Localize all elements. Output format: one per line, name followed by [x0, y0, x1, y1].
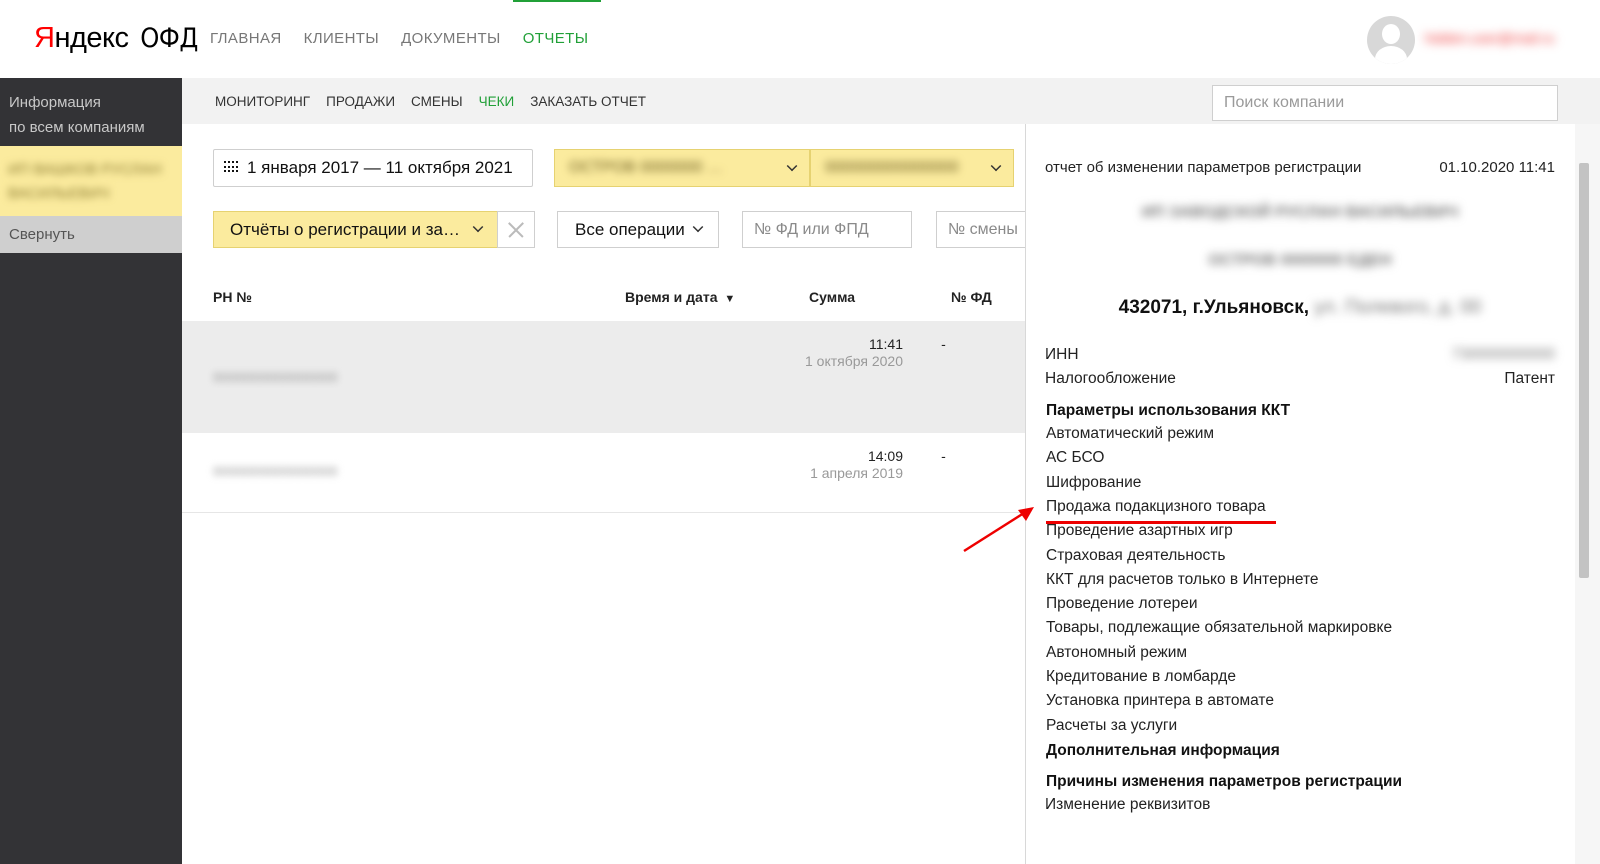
- top-navigation: ГЛАВНАЯ КЛИЕНТЫ ДОКУМЕНТЫ ОТЧЕТЫ: [210, 30, 610, 47]
- row-rn: 0000000000000000: [213, 369, 338, 385]
- company-name-line2: ВАСИЛЬЕВИЧ: [8, 185, 110, 202]
- subnav: МОНИТОРИНГ ПРОДАЖИ СМЕНЫ ЧЕКИ ЗАКАЗАТЬ О…: [215, 94, 662, 109]
- kkt-param-item: Кредитование в ломбарде: [1046, 668, 1236, 685]
- detail-org-name: ИП ЗАВОДСКОЙ РУСЛАН ВАСИЛЬЕВИЧ: [1141, 204, 1459, 221]
- user-avatar-icon[interactable]: [1367, 16, 1415, 64]
- column-datetime[interactable]: Время и дата ▼: [625, 289, 735, 305]
- detail-org-address-line: ОСТРОВ 0000000 ЕДЕН: [1208, 252, 1392, 269]
- top-header: Яндекс ОФД ГЛАВНАЯ КЛИЕНТЫ ДОКУМЕНТЫ ОТЧЕ…: [0, 0, 1600, 78]
- red-arrow-icon: [963, 507, 1034, 553]
- taxation-label: Налогообложение: [1045, 370, 1176, 387]
- table-row[interactable]: 0000000000000000 11:41 1 октября 2020 - …: [182, 321, 1175, 433]
- reasons-heading: Причины изменения параметров регистрации: [1046, 773, 1403, 790]
- all-companies-info[interactable]: Информация по всем компаниям: [9, 90, 145, 140]
- logo-product: ОФД: [139, 23, 198, 54]
- report-type-value: Отчёты о регистрации и за…: [230, 220, 460, 239]
- selected-company-name-blurred: ИП ВАШКОВ РУСЛАН ВАСИЛЬЕВИЧ: [8, 158, 162, 206]
- kkt-param-item: Проведение азартных игр: [1046, 522, 1233, 540]
- nav-home[interactable]: ГЛАВНАЯ: [210, 30, 282, 47]
- logo-brand-rest: ндекс: [54, 22, 129, 54]
- subnav-order-report[interactable]: ЗАКАЗАТЬ ОТЧЕТ: [530, 94, 646, 109]
- report-type-select[interactable]: Отчёты о регистрации и за…: [213, 211, 497, 248]
- company-search-input[interactable]: [1212, 85, 1558, 121]
- clear-report-type-button[interactable]: [497, 211, 535, 248]
- row-rn: 0000000000000000: [213, 463, 338, 479]
- date-range-picker[interactable]: 1 января 2017 — 11 октября 2021: [213, 149, 533, 187]
- detail-address-city: 432071, г.Ульяновск,: [1118, 297, 1309, 318]
- all-companies-info-line1: Информация: [9, 94, 101, 111]
- taxation-value: Патент: [1504, 370, 1555, 387]
- operations-select[interactable]: Все операции: [557, 211, 719, 248]
- date-range-value: 1 января 2017 — 11 октября 2021: [247, 158, 513, 177]
- subnav-sales[interactable]: ПРОДАЖИ: [326, 94, 395, 109]
- subnav-monitoring[interactable]: МОНИТОРИНГ: [215, 94, 310, 109]
- kkt-param-item: Шифрование: [1046, 473, 1142, 491]
- chevron-down-icon: [472, 221, 484, 233]
- nav-clients[interactable]: КЛИЕНТЫ: [304, 30, 379, 47]
- nav-documents[interactable]: ДОКУМЕНТЫ: [401, 30, 501, 47]
- reason-value: Изменение реквизитов: [1045, 796, 1211, 813]
- kkt-param-item: Продажа подакцизного товара: [1046, 497, 1266, 515]
- username-blurred[interactable]: hidden.user@mail.ru: [1425, 30, 1575, 46]
- kkt-param-item: Автономный режим: [1046, 643, 1188, 661]
- detail-datetime: 01.10.2020 11:41: [1439, 159, 1555, 176]
- column-fd[interactable]: № ФД: [951, 289, 992, 305]
- inn-value: 730000000000: [1451, 346, 1555, 363]
- row-sum: -: [941, 448, 946, 464]
- shift-number-input[interactable]: [936, 211, 1031, 248]
- selected-company[interactable]: ИП ВАШКОВ РУСЛАН ВАСИЛЬЕВИЧ: [0, 146, 182, 216]
- inn-label: ИНН: [1045, 346, 1079, 363]
- kkt-param-item: АС БСО: [1046, 449, 1105, 467]
- company-name-line1: ИП ВАШКОВ РУСЛАН: [8, 161, 162, 178]
- subnav-shifts[interactable]: СМЕНЫ: [411, 94, 463, 109]
- operations-value: Все операции: [575, 220, 685, 239]
- subnav-receipts[interactable]: ЧЕКИ: [479, 94, 515, 109]
- kkt-param-item: ККТ для расчетов только в Интернете: [1046, 570, 1319, 588]
- table-row[interactable]: 0000000000000000 14:09 1 апреля 2019 - 1: [182, 433, 1175, 513]
- row-date: 1 апреля 2019: [810, 465, 903, 481]
- active-tab-indicator: [513, 0, 601, 2]
- kkt-param-item: Страховая деятельность: [1046, 546, 1226, 564]
- nav-reports[interactable]: ОТЧЕТЫ: [523, 30, 589, 47]
- kkt-filter-value: 000000000000000: [825, 159, 959, 176]
- chevron-down-icon: [990, 160, 1002, 172]
- column-sum[interactable]: Сумма: [809, 289, 855, 305]
- sidebar: Информация по всем компаниям ИП ВАШКОВ Р…: [0, 78, 182, 864]
- chevron-down-icon: [692, 221, 704, 233]
- kkt-param-item: Автоматический режим: [1046, 425, 1215, 442]
- fd-number-input[interactable]: [742, 211, 912, 248]
- detail-address: 432071, г.Ульяновск, ул. Полевого, д. 00: [1045, 297, 1555, 319]
- kkt-filter-select[interactable]: 000000000000000: [810, 149, 1014, 187]
- kkt-param-item: Товары, подлежащие обязательной маркиров…: [1046, 619, 1393, 637]
- address-filter-value: ОСТРОВ 0000000 …: [569, 159, 723, 176]
- detail-address-rest: ул. Полевого, д. 00: [1314, 297, 1482, 318]
- extra-info-heading: Дополнительная информация: [1046, 742, 1280, 759]
- highlight-underline: [1046, 521, 1276, 524]
- kkt-param-item: Проведение лотереи: [1046, 595, 1198, 613]
- collapse-sidebar-button[interactable]: Свернуть: [0, 216, 182, 253]
- row-sum: -: [941, 336, 946, 352]
- column-datetime-label: Время и дата: [625, 289, 718, 305]
- row-date: 1 октября 2020: [805, 353, 903, 369]
- kkt-param-item: Установка принтера в автомате: [1046, 692, 1274, 710]
- column-rn[interactable]: РН №: [213, 289, 252, 305]
- yandex-ofd-logo[interactable]: Яндекс ОФД: [34, 18, 201, 59]
- avatar-head: [1382, 24, 1400, 44]
- calendar-icon: [224, 161, 238, 173]
- logo-brand-first-letter: Я: [34, 22, 55, 54]
- panel-scrollbar-thumb[interactable]: [1579, 163, 1589, 578]
- sort-desc-icon: ▼: [724, 293, 736, 305]
- chevron-down-icon: [786, 160, 798, 172]
- all-companies-info-line2: по всем компаниям: [9, 119, 145, 136]
- address-filter-select[interactable]: ОСТРОВ 0000000 …: [554, 149, 810, 187]
- kkt-param-item: Расчеты за услуги: [1046, 716, 1178, 734]
- avatar-body: [1375, 46, 1407, 64]
- kkt-params-heading: Параметры использования ККТ: [1046, 402, 1291, 419]
- detail-title: отчет об изменении параметров регистраци…: [1045, 159, 1362, 176]
